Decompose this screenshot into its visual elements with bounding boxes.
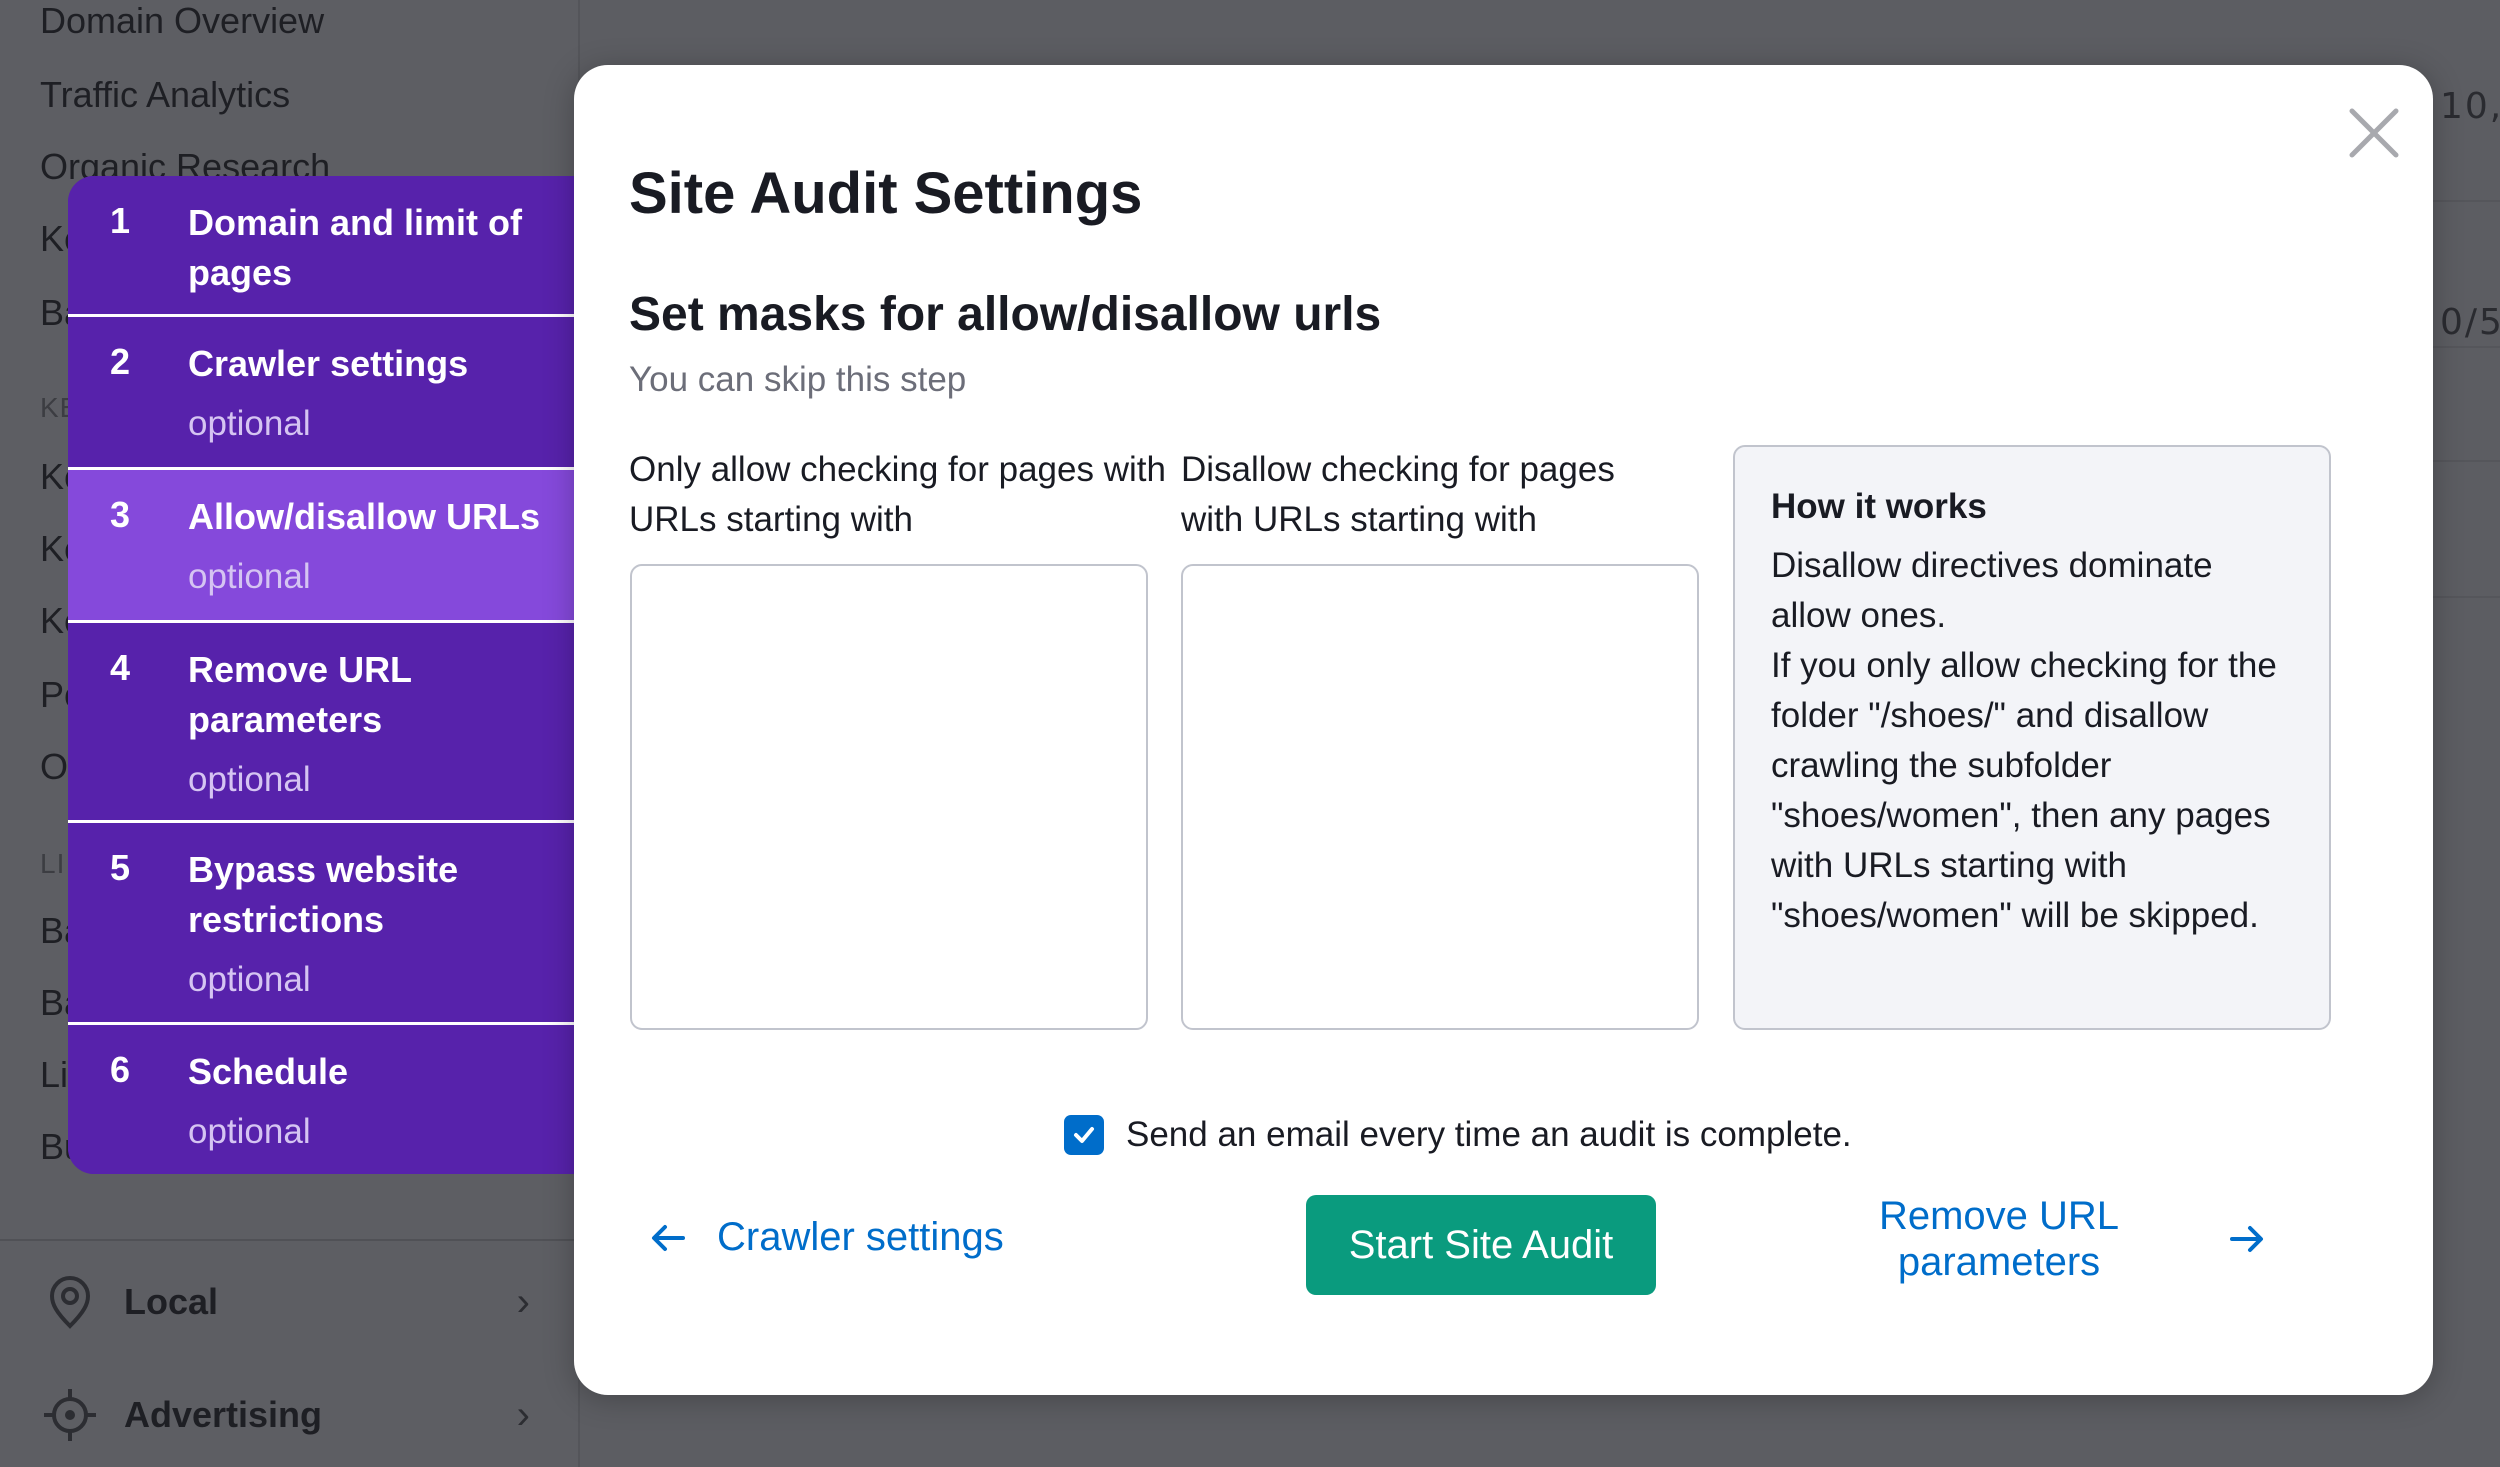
bg-group-label: Local — [124, 1281, 219, 1322]
step-title: Allow/disallow URLs — [188, 496, 541, 537]
bg-group-label: Advertising — [124, 1394, 323, 1435]
arrow-left-icon — [652, 1224, 685, 1251]
arrow-right-icon — [2230, 1226, 2263, 1252]
step-title: Remove URL parameters — [188, 649, 412, 740]
bg-nav-item: Li — [40, 1054, 69, 1095]
target-icon — [40, 1385, 100, 1445]
step-schedule[interactable]: 6 Schedule optional — [68, 1025, 574, 1174]
step-number: 5 — [110, 847, 131, 888]
how-it-works-body: Disallow directives dominate allow ones.… — [1771, 541, 2293, 941]
step-subtitle: optional — [188, 960, 311, 999]
bg-right-divider — [2433, 596, 2500, 598]
bg-group-local: Local › — [40, 1262, 540, 1342]
site-audit-settings-modal: Site Audit Settings Set masks for allow/… — [574, 65, 2433, 1395]
how-it-works-panel: How it works Disallow directives dominat… — [1733, 445, 2331, 1030]
how-it-works-title: How it works — [1771, 487, 1987, 526]
back-link-label: Crawler settings — [717, 1215, 1004, 1259]
bg-nav-section: LI — [40, 848, 66, 879]
bg-nav-traffic-analytics: Traffic Analytics — [40, 74, 291, 115]
bg-right-divider — [2433, 460, 2500, 462]
email-notification-row: Send an email every time an audit is com… — [1064, 1115, 1852, 1155]
bg-nav-domain-overview: Domain Overview — [40, 0, 325, 41]
step-title: Crawler settings — [188, 343, 469, 384]
step-title: Domain and limit of pages — [188, 202, 523, 293]
step-bypass-restrictions[interactable]: 5 Bypass website restrictions optional — [68, 823, 574, 1025]
next-remove-url-parameters-link[interactable]: Remove URL parameters — [1854, 1193, 2266, 1285]
email-checkbox-label[interactable]: Send an email every time an audit is com… — [1126, 1115, 1852, 1155]
section-title: Set masks for allow/disallow urls — [629, 288, 1382, 341]
chevron-right-icon: › — [516, 1279, 530, 1324]
step-number: 4 — [110, 647, 131, 688]
step-subtitle: optional — [188, 557, 311, 596]
close-button[interactable] — [2344, 103, 2404, 163]
checkmark-icon — [1074, 1127, 1094, 1143]
step-number: 1 — [110, 200, 131, 241]
step-title: Schedule — [188, 1051, 349, 1092]
start-site-audit-button[interactable]: Start Site Audit — [1306, 1195, 1656, 1295]
map-pin-icon — [40, 1272, 100, 1332]
step-title: Bypass website restrictions — [188, 849, 459, 940]
section-subtitle: You can skip this step — [629, 360, 967, 399]
how-it-works-paragraph: If you only allow checking for the folde… — [1771, 646, 2277, 935]
settings-stepper: 1 Domain and limit of pages 2 Crawler se… — [68, 176, 574, 1174]
disallow-field-label: Disallow checking for pages with URLs st… — [1181, 450, 1615, 539]
how-it-works-paragraph: Disallow directives dominate allow ones. — [1771, 546, 2213, 635]
step-subtitle: optional — [188, 404, 311, 443]
bg-right-divider — [2433, 200, 2500, 202]
bg-right-value: 10,00 — [2440, 86, 2500, 127]
allow-urls-textarea[interactable] — [630, 564, 1148, 1030]
bg-nav-item: O — [40, 746, 69, 787]
email-checkbox[interactable] — [1064, 1115, 1104, 1155]
allow-field-label: Only allow checking for pages with URLs … — [629, 450, 1166, 539]
bg-sidebar-divider — [0, 1239, 578, 1241]
step-domain-and-limit[interactable]: 1 Domain and limit of pages — [68, 176, 574, 317]
close-icon — [2349, 108, 2399, 158]
bg-right-value: 0/50 — [2440, 302, 2500, 343]
step-remove-url-parameters[interactable]: 4 Remove URL parameters optional — [68, 623, 574, 823]
back-to-crawler-settings-link[interactable]: Crawler settings — [649, 1215, 1004, 1260]
step-allow-disallow-urls[interactable]: 3 Allow/disallow URLs optional — [68, 470, 574, 623]
step-number: 3 — [110, 494, 131, 535]
step-number: 2 — [110, 341, 131, 382]
step-subtitle: optional — [188, 760, 311, 799]
bg-group-advertising: Advertising › — [40, 1375, 540, 1455]
step-number: 6 — [110, 1049, 131, 1090]
step-crawler-settings[interactable]: 2 Crawler settings optional — [68, 317, 574, 470]
modal-title: Site Audit Settings — [629, 161, 1143, 226]
bg-right-divider — [2433, 346, 2500, 348]
step-subtitle: optional — [188, 1112, 311, 1151]
next-link-label: Remove URL parameters — [1878, 1194, 2120, 1284]
disallow-urls-textarea[interactable] — [1181, 564, 1699, 1030]
chevron-right-icon: › — [516, 1392, 530, 1437]
